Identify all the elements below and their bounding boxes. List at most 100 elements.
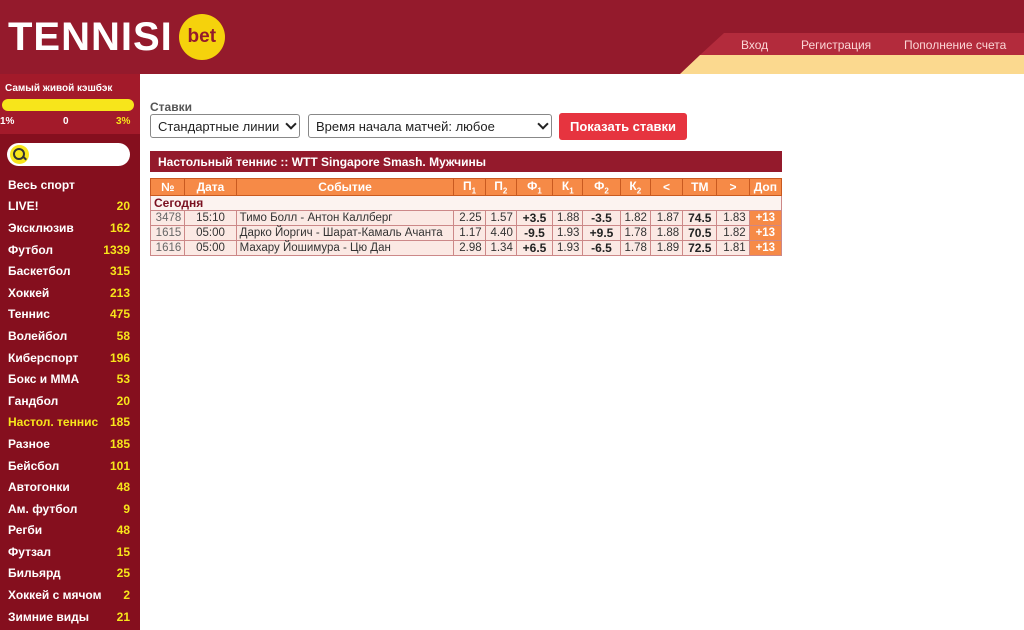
sidebar-item-count: 196 — [109, 350, 130, 365]
site-logo[interactable]: TENNISI bet — [8, 14, 225, 60]
odd-p1[interactable]: 1.17 — [453, 225, 486, 242]
sidebar-item-count: 1339 — [103, 242, 130, 257]
event-name[interactable]: Дарко Йоргич - Шарат-Камаль Ачанта — [235, 225, 455, 242]
sidebar-item[interactable]: Бокс и ММА 53 — [0, 368, 140, 390]
cashback-current: 0 — [63, 116, 69, 127]
cashback-min: 1% — [0, 116, 15, 127]
bets-label: Ставки — [150, 100, 192, 114]
deposit-link[interactable]: Пополнение счета — [904, 38, 1006, 52]
sidebar-item[interactable]: Гандбол 20 — [0, 390, 140, 412]
sidebar-item-label: Регби — [8, 523, 43, 538]
search-input[interactable] — [7, 143, 130, 166]
sidebar-item-label: Баскетбол — [8, 264, 71, 279]
handicap-f2: -6.5 — [582, 240, 621, 257]
sidebar-item-count: 20 — [116, 199, 130, 214]
register-link[interactable]: Регистрация — [801, 38, 871, 52]
event-name[interactable]: Махару Йошимура - Цю Дан — [235, 240, 455, 257]
cashback-widget[interactable]: Самый живой кэшбэк 1% 0 3% — [0, 74, 140, 134]
sidebar-item[interactable]: Баскетбол 315 — [0, 260, 140, 282]
login-link[interactable]: Вход — [741, 38, 768, 52]
total-line: 74.5 — [682, 210, 718, 227]
odd-under[interactable]: 1.89 — [649, 240, 684, 257]
extra-markets-button[interactable]: +13 — [748, 240, 783, 257]
logo-text: TENNISI — [8, 14, 173, 59]
odd-p1[interactable]: 2.98 — [453, 240, 486, 257]
show-bets-button[interactable]: Показать ставки — [559, 113, 687, 140]
handicap-f2: +9.5 — [582, 225, 621, 242]
odd-over[interactable]: 1.82 — [716, 225, 750, 242]
sidebar-item[interactable]: Регби 48 — [0, 520, 140, 542]
odds-table: № Дата Событие П1 П2 Ф1 К1 Ф2 К2 < ТМ > … — [149, 177, 783, 257]
sidebar-item-count: 21 — [116, 609, 130, 624]
line-type-select-value: Стандартные линии — [158, 118, 280, 134]
odd-k1[interactable]: 1.88 — [552, 210, 584, 227]
logo-badge: bet — [178, 14, 225, 60]
odd-p2[interactable]: 1.34 — [484, 240, 517, 257]
sidebar-item[interactable]: Весь спорт — [0, 174, 140, 196]
sidebar-item[interactable]: Ам. футбол 9 — [0, 498, 140, 520]
col-f1: Ф1 — [515, 177, 554, 197]
sidebar-item[interactable]: Хоккей с мячом 2 — [0, 584, 140, 606]
top-nav-stripe — [680, 55, 1024, 74]
extra-markets-button[interactable]: +13 — [748, 210, 783, 227]
sport-list: Весь спорт LIVE! 20 Эксклюзив 162 Футбол 1339 Б… — [0, 174, 140, 627]
event-time: 05:00 — [184, 240, 237, 257]
col-p1: П1 — [453, 177, 486, 197]
sidebar-item[interactable]: Настол. теннис 185 — [0, 412, 140, 434]
line-type-select[interactable]: Стандартные линии — [150, 114, 300, 138]
sidebar-item-count: 213 — [109, 285, 130, 300]
odd-under[interactable]: 1.88 — [649, 225, 684, 242]
sidebar-item-count: 2 — [123, 588, 130, 603]
odd-over[interactable]: 1.83 — [716, 210, 750, 227]
sidebar-item-label: Бейсбол — [8, 458, 60, 473]
col-p2: П2 — [484, 177, 517, 197]
table-row: 1616 05:00 Махару Йошимура - Цю Дан 2.98 1.3… — [149, 240, 783, 257]
odd-under[interactable]: 1.87 — [649, 210, 684, 227]
extra-markets-button[interactable]: +13 — [748, 225, 783, 242]
odd-k1[interactable]: 1.93 — [552, 240, 584, 257]
day-label: Сегодня — [150, 195, 782, 212]
table-header-row: № Дата Событие П1 П2 Ф1 К1 Ф2 К2 < ТМ > … — [149, 177, 783, 197]
sidebar-item[interactable]: Киберспорт 196 — [0, 347, 140, 369]
sidebar-item[interactable]: Футзал 15 — [0, 541, 140, 563]
sidebar-item[interactable]: Эксклюзив 162 — [0, 217, 140, 239]
sidebar-item[interactable]: Хоккей 213 — [0, 282, 140, 304]
event-number: 1615 — [149, 225, 186, 242]
start-time-select[interactable]: Время начала матчей: любое — [308, 114, 552, 138]
sidebar-item-count: 185 — [109, 436, 130, 451]
total-line: 70.5 — [682, 225, 718, 242]
odd-k1[interactable]: 1.93 — [552, 225, 584, 242]
event-name[interactable]: Тимо Болл - Антон Каллберг — [235, 210, 455, 227]
sidebar-item[interactable]: Бейсбол 101 — [0, 455, 140, 477]
event-number: 3478 — [149, 210, 186, 227]
odd-over[interactable]: 1.81 — [716, 240, 750, 257]
odd-k2[interactable]: 1.78 — [619, 225, 651, 242]
sidebar-item-count: 53 — [116, 372, 130, 387]
col-under: < — [649, 177, 684, 197]
sidebar-item[interactable]: Футбол 1339 — [0, 239, 140, 261]
sidebar-item-count: 9 — [123, 501, 130, 516]
sidebar-item-label: Теннис — [8, 307, 50, 322]
odd-k2[interactable]: 1.82 — [619, 210, 651, 227]
sidebar-item[interactable]: Волейбол 58 — [0, 325, 140, 347]
event-time: 05:00 — [184, 225, 237, 242]
handicap-f1: +6.5 — [515, 240, 554, 257]
sidebar-item[interactable]: Теннис 475 — [0, 304, 140, 326]
search-icon[interactable] — [10, 145, 29, 164]
sidebar-item[interactable]: Автогонки 48 — [0, 476, 140, 498]
sidebar-item[interactable]: Бильярд 25 — [0, 563, 140, 585]
odd-p2[interactable]: 4.40 — [484, 225, 517, 242]
sidebar-item-label: Зимние виды — [8, 609, 90, 624]
sidebar-item-label: Автогонки — [8, 480, 70, 495]
odd-p2[interactable]: 1.57 — [484, 210, 517, 227]
sidebar-item[interactable]: Разное 185 — [0, 433, 140, 455]
col-extra: Доп — [748, 177, 783, 197]
sidebar-item-count: 20 — [116, 393, 130, 408]
sidebar-item-label: Разное — [8, 436, 50, 451]
sidebar-item-label: Бильярд — [8, 566, 61, 581]
sidebar-item-count: 162 — [109, 220, 130, 235]
sidebar-item[interactable]: Зимние виды 21 — [0, 606, 140, 628]
odd-k2[interactable]: 1.78 — [619, 240, 651, 257]
odd-p1[interactable]: 2.25 — [453, 210, 486, 227]
sidebar-item[interactable]: LIVE! 20 — [0, 196, 140, 218]
